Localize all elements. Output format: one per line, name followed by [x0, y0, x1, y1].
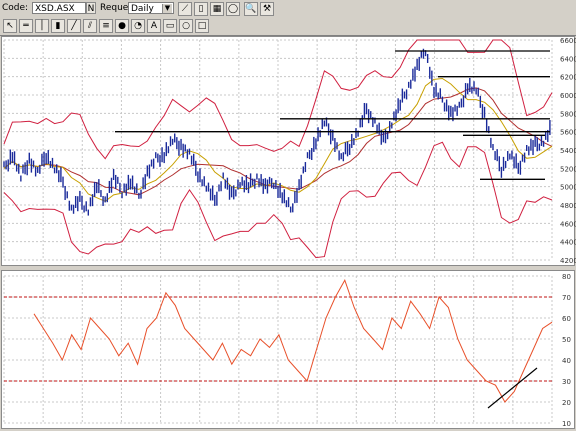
rsi-tick-label: 30	[562, 378, 571, 386]
rsi-tick-label: 60	[562, 315, 571, 323]
price-tick-label: 4400	[560, 239, 576, 247]
price-tick-label: 4800	[560, 202, 576, 210]
rsi-tick-label: 80	[562, 273, 571, 281]
chart-svg: 6600 6400 6200 6000 5800 5600 5400 5200 5000 4800…	[3, 37, 576, 428]
price-tick-label: 6600	[560, 37, 576, 45]
price-tick-label: 6000	[560, 92, 576, 100]
price-tick-label: 5400	[560, 147, 576, 155]
rsi-tick-label: 50	[562, 336, 571, 344]
rsi-tick-label: 40	[562, 357, 571, 365]
price-tick-label: 5600	[560, 129, 576, 137]
rsi-line	[33, 278, 553, 403]
price-tick-label: 5000	[560, 184, 576, 192]
price-tick-label: 5200	[560, 165, 576, 173]
price-tick-label: 6200	[560, 74, 576, 82]
price-tick-label: 5800	[560, 110, 576, 118]
rsi-tick-label: 10	[562, 420, 571, 428]
rsi-tick-label: 70	[562, 294, 571, 302]
rsi-tick-label: 20	[562, 399, 571, 407]
price-tick-label: 6400	[560, 55, 576, 63]
price-tick-label: 4200	[560, 257, 576, 265]
price-tick-label: 4600	[560, 220, 576, 228]
